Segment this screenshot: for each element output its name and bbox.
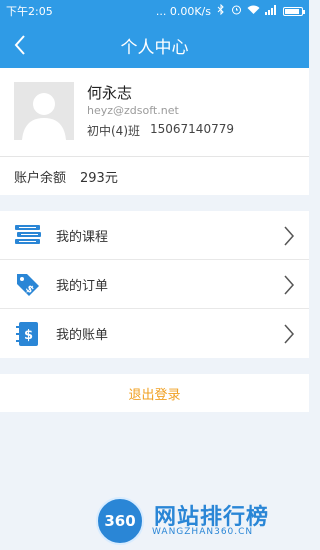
chevron-left-icon [14, 35, 25, 55]
bluetooth-icon [216, 3, 226, 18]
watermark-subtext: WANGZHAN360.CN [152, 527, 254, 537]
back-button[interactable] [8, 30, 32, 60]
menu-item-label: 我的课程 [56, 229, 109, 245]
status-time: 下午2:05 [6, 5, 53, 18]
app-header: 个人中心 [0, 22, 309, 68]
balance-value: 293元 [80, 170, 118, 186]
menu-item-courses[interactable]: 我的课程 [0, 211, 309, 260]
alarm-icon [231, 4, 242, 18]
chevron-right-icon [284, 324, 295, 344]
user-name: 何永志 [87, 84, 133, 102]
user-avatar-icon [14, 82, 74, 140]
user-class-info: 初中(4)班 15067140779 [87, 122, 234, 139]
books-icon [14, 222, 42, 248]
user-class: 初中(4)班 [87, 124, 140, 138]
chevron-right-icon [284, 226, 295, 246]
signal-icon [265, 4, 278, 18]
menu-item-bills[interactable]: $ 我的账单 [0, 309, 309, 358]
wifi-icon [247, 5, 260, 18]
network-speed: ... 0.00K/s [155, 4, 211, 18]
site-watermark: 360 网站排行榜 WANGZHAN360.CN [96, 497, 306, 545]
svg-text:$: $ [24, 328, 33, 343]
page-title: 个人中心 [120, 37, 189, 58]
user-email: heyz@zdsoft.net [87, 104, 179, 117]
status-icons: ... 0.00K/s [155, 3, 305, 18]
menu-item-label: 我的订单 [56, 278, 109, 294]
price-tag-icon: $ [14, 271, 42, 297]
menu-item-label: 我的账单 [56, 328, 109, 343]
user-phone: 15067140779 [150, 122, 234, 136]
balance-label: 账户余额 [14, 170, 67, 186]
logout-button[interactable]: 退出登录 [0, 374, 309, 412]
menu-item-orders[interactable]: $ 我的订单 [0, 260, 309, 309]
logout-label: 退出登录 [128, 387, 181, 403]
account-balance-row: 账户余额 293元 [0, 157, 309, 195]
profile-card: 何永志 heyz@zdsoft.net 初中(4)班 15067140779 [0, 68, 309, 157]
status-bar: 下午2:05 ... 0.00K/s [0, 0, 309, 22]
watermark-logo: 360 [96, 497, 144, 545]
menu-list: 我的课程 $ 我的订单 $ 我的账单 [0, 211, 309, 358]
chevron-right-icon [284, 275, 295, 295]
bill-notebook-icon: $ [14, 321, 42, 347]
battery-icon [283, 6, 305, 16]
